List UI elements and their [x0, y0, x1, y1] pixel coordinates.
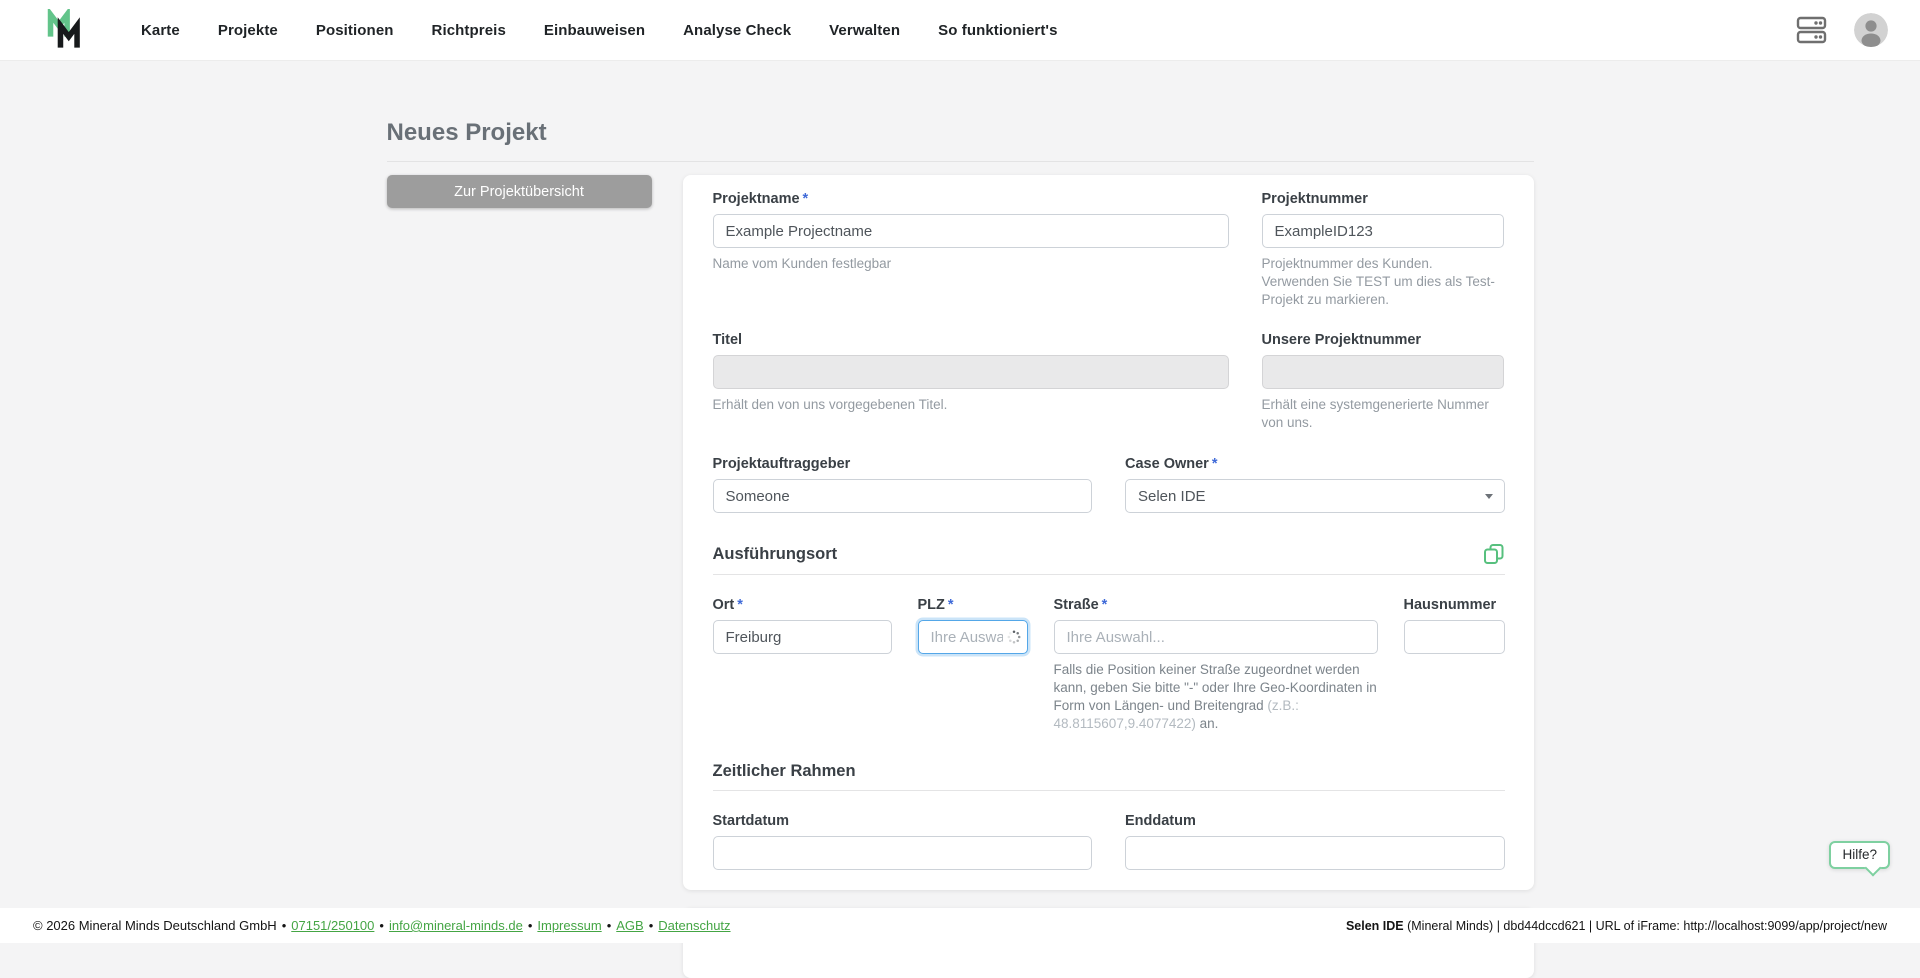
footer: © 2026 Mineral Minds Deutschland GmbH • 07… — [0, 908, 1920, 943]
section-title-ausfuehrungsort: Ausführungsort — [712, 544, 838, 563]
projektname-input[interactable] — [712, 214, 1229, 248]
projektnummer-label: Projektnummer — [1261, 191, 1368, 207]
top-navigation: Karte Projekte Positionen Richtpreis Ein… — [0, 0, 1920, 61]
projektname-label: Projektname * — [712, 191, 809, 207]
case-owner-selected-value: Selen IDE — [1138, 487, 1206, 505]
unsere-projektnummer-label: Unsere Projektnummer — [1261, 332, 1422, 349]
case-owner-select[interactable]: Selen IDE — [1125, 479, 1505, 514]
footer-left: © 2026 Mineral Minds Deutschland GmbH • 07… — [33, 918, 731, 933]
unsere-projektnummer-input — [1261, 355, 1504, 390]
section-divider — [712, 790, 1505, 792]
field-startdatum: Startdatum — [712, 813, 1092, 871]
field-projektauftraggeber: Projektauftraggeber — [712, 456, 1092, 514]
unsere-projektnummer-helper: Erhält eine systemgenerierte Nummer von … — [1261, 397, 1489, 431]
title-divider — [386, 161, 1534, 162]
chevron-down-icon — [1484, 494, 1493, 500]
footer-link-phone[interactable]: 07151/250100 — [291, 918, 374, 933]
page-title: Neues Projekt — [386, 119, 547, 146]
enddatum-label: Enddatum — [1125, 813, 1196, 830]
enddatum-input[interactable] — [1125, 836, 1505, 871]
main-content: Neues Projekt Zur Projektübersicht Proje… — [386, 61, 1534, 978]
case-owner-label: Case Owner * — [1125, 456, 1218, 473]
strasse-helper: Falls die Position keiner Straße zugeord… — [1053, 662, 1377, 731]
section-title-zeitlicher-rahmen: Zeitlicher Rahmen — [712, 762, 856, 781]
nav-item-so-funktionierts[interactable]: So funktioniert's — [938, 22, 1057, 39]
startdatum-input[interactable] — [712, 836, 1092, 871]
nav-item-karte[interactable]: Karte — [141, 22, 180, 39]
field-plz: PLZ * — [917, 597, 1028, 655]
field-ort: Ort * — [712, 597, 892, 655]
nav-item-verwalten[interactable]: Verwalten — [829, 22, 900, 39]
required-marker: * — [1101, 597, 1108, 614]
nav-item-richtpreis[interactable]: Richtpreis — [432, 22, 506, 39]
ort-input[interactable] — [712, 620, 892, 655]
projektauftraggeber-input[interactable] — [712, 479, 1092, 514]
titel-label: Titel — [712, 332, 743, 349]
loading-spinner-icon — [1007, 630, 1021, 649]
strasse-input[interactable] — [1053, 620, 1378, 655]
main-menu: Karte Projekte Positionen Richtpreis Ein… — [141, 22, 1058, 39]
startdatum-label: Startdatum — [712, 813, 790, 830]
ort-label: Ort * — [712, 597, 743, 614]
field-projektnummer: Projektnummer Projektnummer des Kunden. … — [1261, 191, 1504, 308]
nav-item-projekte[interactable]: Projekte — [218, 22, 278, 39]
footer-link-datenschutz[interactable]: Datenschutz — [658, 918, 730, 933]
field-projektname: Projektname* Name vom Kunden festlegbar — [712, 191, 1229, 273]
field-unsere-projektnummer: Unsere Projektnummer Erhält eine systemg… — [1261, 332, 1504, 432]
field-hausnummer: Hausnummer — [1403, 597, 1505, 655]
required-marker: * — [737, 597, 743, 614]
projektname-helper: Name vom Kunden festlegbar — [712, 256, 892, 271]
projektnummer-helper: Projektnummer des Kunden. Verwenden Sie … — [1261, 256, 1495, 307]
user-avatar-icon[interactable] — [1854, 13, 1888, 47]
footer-link-agb[interactable]: AGB — [616, 918, 643, 933]
footer-copyright: © 2026 Mineral Minds Deutschland GmbH — [33, 918, 277, 933]
titel-input — [712, 355, 1229, 390]
plz-label: PLZ * — [917, 597, 954, 614]
field-strasse: Straße* Falls die Position keiner Straße… — [1053, 597, 1378, 732]
required-marker: * — [802, 191, 809, 207]
nav-item-analyse-check[interactable]: Analyse Check — [683, 22, 791, 39]
footer-iframe-info: (Mineral Minds) | dbd44dccd621 | URL of … — [1403, 918, 1887, 933]
mineral-minds-logo-icon[interactable] — [45, 9, 87, 51]
strasse-label: Straße * — [1053, 597, 1108, 614]
zur-projektuebersicht-button[interactable]: Zur Projektübersicht — [386, 175, 652, 208]
copy-icon[interactable] — [1483, 543, 1505, 565]
titel-helper: Erhält den von uns vorgegebenen Titel. — [712, 397, 948, 413]
help-button[interactable]: Hilfe? — [1829, 841, 1890, 869]
nav-right-actions — [1796, 13, 1888, 47]
field-case-owner: Case Owner * Selen IDE — [1125, 456, 1505, 514]
project-form-card: Projektname* Name vom Kunden festlegbar … — [682, 175, 1534, 891]
footer-link-email[interactable]: info@mineral-minds.de — [389, 918, 523, 933]
projektauftraggeber-label: Projektauftraggeber — [712, 456, 851, 473]
footer-session-info: Selen IDE (Mineral Minds) | dbd44dccd621… — [1346, 919, 1887, 933]
nav-item-positionen[interactable]: Positionen — [316, 22, 394, 39]
hausnummer-label: Hausnummer — [1403, 597, 1497, 614]
hausnummer-input[interactable] — [1403, 620, 1505, 655]
field-enddatum: Enddatum — [1125, 813, 1505, 871]
required-marker: * — [1211, 456, 1218, 473]
footer-link-impressum[interactable]: Impressum — [537, 918, 601, 933]
footer-user-name: Selen IDE — [1345, 918, 1404, 933]
server-icon[interactable] — [1796, 16, 1828, 44]
field-titel: Titel Erhält den von uns vorgegebenen Ti… — [712, 332, 1229, 414]
section-divider — [712, 574, 1505, 576]
projektnummer-input[interactable] — [1261, 214, 1504, 248]
nav-item-einbauweisen[interactable]: Einbauweisen — [544, 22, 645, 39]
required-marker: * — [947, 597, 954, 614]
